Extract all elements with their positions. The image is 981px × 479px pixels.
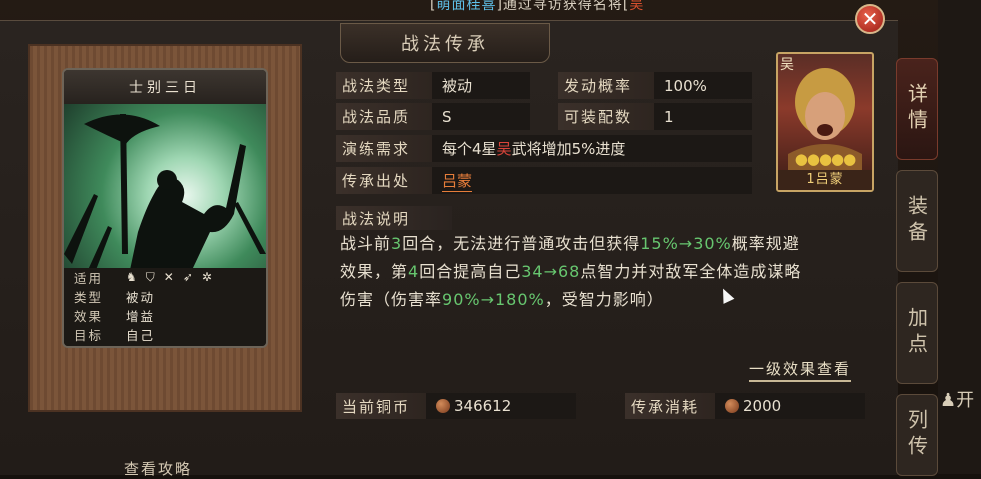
desc-number: 90%→180% [442,290,545,309]
skill-card: 士别三日 适用 ♞ ⛉ ✕ ➶ ✲ 类型 被动 效果 增益 目标 自己 [62,68,268,348]
desc-number: 15%→30% [640,234,732,253]
skill-art [64,104,266,270]
attr-label: 战法类型 [336,72,432,99]
tab-points[interactable]: 加点 [896,282,938,384]
desc-number: 34→68 [521,262,581,281]
attr-label: 战法品质 [336,103,432,130]
desc-text: ，受智力影响） [544,290,664,309]
info-row-troops: 适用 ♞ ⛉ ✕ ➶ ✲ [64,268,266,287]
general-name: 1吕蒙 [778,170,872,190]
top-banner: [萌面桂喜]通过寻访获得名将[吴 [430,0,644,14]
general-faction: 吴 [780,57,794,73]
troop-icons: ♞ ⛉ ✕ ➶ ✲ [126,270,212,285]
attr-value: 100% [654,72,752,99]
general-portrait[interactable]: 吴 ●●●●● 1吕蒙 [776,52,874,192]
tab-equipment[interactable]: 装备 [896,170,938,272]
panel-title: 战法传承 [340,23,550,63]
desc-text: 伤害（伤害率 [340,290,443,309]
attr-label: 演练需求 [336,135,432,162]
origin-general-link[interactable]: 吕蒙 [442,170,473,192]
desc-number: 4 [408,262,420,281]
general-stars: ●●●●● [794,150,856,168]
attr-origin: 传承出处 吕蒙 [336,167,752,194]
train-faction: 吴 [496,140,512,158]
info-val: 被动 [126,290,156,305]
warrior-silhouette-icon [64,114,266,270]
info-key: 目标 [74,328,104,343]
copper-coin-icon [436,399,450,413]
tab-biography[interactable]: 列传 [896,394,938,476]
attr-label: 传承出处 [336,167,432,194]
skill-description: 战斗前3回合，无法进行普通攻击但获得15%→30%概率规避 效果，第4回合提高自… [340,230,880,314]
cavalry-icon: ♞ [126,270,137,284]
banner-text: ]通过寻访获得名将[ [496,0,630,13]
info-val: 增益 [126,309,156,324]
desc-text: 概率规避 [731,234,800,253]
close-icon: ✕ [861,7,879,31]
info-row-type: 类型 被动 [64,287,266,306]
desc-text: 战斗前 [340,234,392,253]
desc-number: 3 [391,234,403,253]
attr-trigger-rate: 发动概率 100% [558,72,752,99]
skill-name: 士别三日 [64,70,266,105]
skill-info: 适用 ♞ ⛉ ✕ ➶ ✲ 类型 被动 效果 增益 目标 自己 [64,268,266,346]
description-title: 战法说明 [336,206,452,230]
attr-label: 可装配数 [558,103,654,130]
pawn-icon: ♟ [940,390,957,411]
attr-value: 每个4星吴武将增加5%进度 [432,135,752,162]
info-key: 效果 [74,309,104,324]
spear-icon: ➶ [182,270,193,284]
cost-value: 2000 [715,393,865,419]
banner-faction: 吴 [629,0,645,13]
train-text: 每个4星 [442,140,497,158]
right-edge-text: 开 [956,390,975,411]
copper-coin-icon [725,399,739,413]
coins-value: 346612 [426,393,576,419]
cost-label: 传承消耗 [625,393,715,419]
train-text: 武将增加5%进度 [511,140,626,158]
attr-quality: 战法品质 S [336,103,530,130]
info-row-target: 目标 自己 [64,325,266,344]
desc-text: 回合提高自己 [419,262,522,281]
info-key: 适用 [74,271,104,286]
attr-skill-type: 战法类型 被动 [336,72,530,99]
info-val: 自己 [126,328,156,343]
tab-details[interactable]: 详情 [896,58,938,160]
desc-text: 回合，无法进行普通攻击但获得 [402,234,641,253]
shield-icon: ⛉ [145,270,155,284]
coins-amount: 346612 [454,397,512,415]
attr-value: 被动 [432,72,530,99]
right-edge-label: ♟开 [940,386,974,412]
view-guide-link[interactable]: 查看攻略 [124,458,192,479]
desc-text: 点智力并对敌军全体造成谋略 [580,262,802,281]
coins-label: 当前铜币 [336,393,426,419]
current-coins: 当前铜币 346612 [336,393,576,419]
wheel-icon: ✲ [201,270,212,284]
info-key: 类型 [74,290,104,305]
cost-amount: 2000 [743,397,782,415]
banner-player-name: 萌面桂喜 [436,0,497,13]
attr-training-req: 演练需求 每个4星吴武将增加5%进度 [336,135,752,162]
bow-icon: ✕ [163,270,174,284]
attr-value: S [432,103,530,130]
view-level1-effect-link[interactable]: 一级效果查看 [749,358,852,382]
attr-label: 发动概率 [558,72,654,99]
attr-value[interactable]: 吕蒙 [432,167,752,194]
attr-value: 1 [654,103,752,130]
desc-text: 效果，第 [340,262,409,281]
inherit-cost: 传承消耗 2000 [625,393,865,419]
info-row-effect: 效果 增益 [64,306,266,325]
close-button[interactable]: ✕ [855,4,885,34]
attr-equip-count: 可装配数 1 [558,103,752,130]
